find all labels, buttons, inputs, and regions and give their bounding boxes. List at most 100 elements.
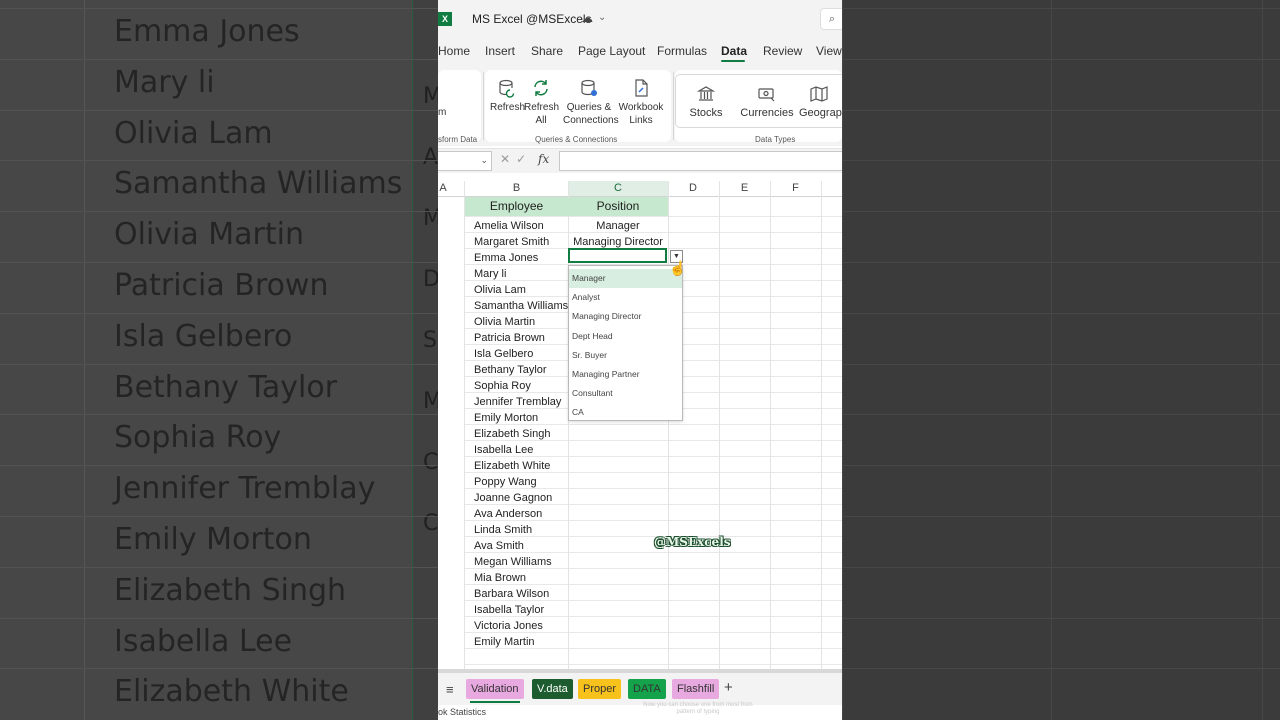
title-chevron-down-icon[interactable]: ⌄ (598, 12, 606, 23)
tab-review[interactable]: Review (763, 44, 802, 58)
position-cell[interactable]: Manager (568, 218, 668, 234)
employee-cell[interactable]: Olivia Martin (474, 314, 535, 330)
column-header-b[interactable]: B (465, 181, 568, 196)
dropdown-option[interactable]: Manager (569, 269, 682, 288)
column-gridline (821, 181, 822, 670)
sheet-tab-flashfill[interactable]: Flashfill (672, 679, 720, 699)
faint-caption: Now you can choose one from most from pa… (643, 702, 753, 715)
background-name: Sophia Roy (114, 420, 282, 456)
worksheet-grid[interactable]: A B C D E F Employee Position ▼ Manager A… (438, 173, 842, 670)
employee-cell[interactable]: Barbara Wilson (474, 586, 549, 602)
sheet-tab-data[interactable]: DATA (628, 679, 666, 699)
employee-cell[interactable]: Isabella Taylor (474, 602, 544, 618)
employee-cell[interactable]: Mary li (474, 266, 506, 282)
employee-cell[interactable]: Margaret Smith (474, 234, 549, 250)
employee-cell[interactable]: Isabella Lee (474, 442, 533, 458)
background-name: Patricia Brown (114, 268, 329, 303)
dropdown-option[interactable]: Consultant (569, 384, 682, 403)
name-box-chevron-icon[interactable]: ⌄ (480, 155, 488, 166)
formula-edit-buttons: ✕✓ (500, 152, 532, 166)
employee-cell[interactable]: Mia Brown (474, 570, 526, 586)
column-header-f[interactable]: F (770, 181, 821, 196)
employee-cell[interactable]: Poppy Wang (474, 474, 537, 490)
confirm-icon[interactable]: ✓ (516, 152, 532, 166)
geography-button[interactable]: Geograp (799, 84, 842, 120)
employee-cell[interactable]: Ava Anderson (474, 506, 542, 522)
transform-button-label[interactable]: m (438, 106, 446, 119)
tab-view[interactable]: View (816, 44, 842, 58)
header-cell-employee[interactable]: Employee (465, 197, 568, 216)
employee-cell[interactable]: Victoria Jones (474, 618, 543, 634)
ribbon-separator (483, 72, 484, 140)
employee-cell[interactable]: Samantha Williams (474, 298, 568, 314)
employee-cell[interactable]: Amelia Wilson (474, 218, 544, 234)
column-header-e[interactable]: E (719, 181, 770, 196)
employee-cell[interactable]: Isla Gelbero (474, 346, 533, 362)
employee-cell[interactable]: Linda Smith (474, 522, 532, 538)
stocks-button[interactable]: Stocks (681, 84, 731, 120)
background-right-blur (842, 0, 1280, 720)
background-grid-line (842, 414, 1280, 416)
sheet-tab-v-data[interactable]: V.data (532, 679, 573, 699)
employee-cell[interactable]: Elizabeth Singh (474, 426, 550, 442)
header-cell-position[interactable]: Position (568, 197, 668, 216)
insert-function-button[interactable]: fx (538, 152, 549, 166)
refresh-all-button[interactable]: Refresh All (524, 78, 559, 127)
sheet-tab-validation[interactable]: Validation (466, 679, 524, 703)
autosave-cloud-icon[interactable]: ☁ (581, 11, 593, 25)
sheet-tab-proper[interactable]: Proper (578, 679, 622, 699)
search-button[interactable]: ⌕ (820, 8, 842, 30)
dropdown-option[interactable]: Analyst (569, 288, 682, 307)
background-row-line (0, 465, 438, 467)
employee-cell[interactable]: Jennifer Tremblay (474, 394, 561, 410)
employee-cell[interactable]: Emma Jones (474, 250, 538, 266)
employee-cell[interactable]: Elizabeth White (474, 458, 550, 474)
queries-connections-button[interactable]: Queries & Connections (563, 78, 619, 127)
workbook-title[interactable]: MS Excel @MSExcels (472, 12, 592, 26)
employee-cell[interactable]: Sophia Roy (474, 378, 531, 394)
employee-cell[interactable]: Ava Smith (474, 538, 524, 554)
queries-connections-icon (581, 79, 597, 96)
employee-cell[interactable]: Bethany Taylor (474, 362, 547, 378)
currencies-button[interactable]: Currencies (737, 84, 797, 120)
tab-formulas[interactable]: Formulas (657, 44, 707, 58)
tab-page-layout[interactable]: Page Layout (578, 44, 645, 58)
background-row-line (0, 363, 438, 365)
workbook-label-1: Workbook (618, 102, 664, 113)
tab-data[interactable]: Data (721, 44, 747, 58)
column-header-d[interactable]: D (668, 181, 718, 196)
employee-cell[interactable]: Joanne Gagnon (474, 490, 552, 506)
dropdown-option[interactable]: Managing Director (569, 307, 682, 326)
active-cell-c4[interactable] (568, 248, 667, 263)
background-row-line (0, 617, 438, 619)
employee-cell[interactable]: Emily Martin (474, 634, 535, 650)
background-grid-line (1262, 0, 1263, 720)
column-header-a[interactable]: A (438, 181, 448, 196)
cancel-icon[interactable]: ✕ (500, 152, 516, 166)
background-side-letter: A (423, 145, 438, 170)
tab-home[interactable]: Home (438, 44, 470, 58)
dropdown-option[interactable]: Sr. Buyer (569, 346, 682, 365)
sheet-list-menu-icon[interactable]: ≡ (446, 682, 454, 697)
formula-input[interactable] (559, 151, 842, 171)
employee-cell[interactable]: Emily Morton (474, 410, 538, 426)
background-grid-line (842, 312, 1280, 314)
sheet-tabs-bar: ≡ + Validation V.data Proper DATA Flashfill (438, 673, 842, 705)
tab-share[interactable]: Share (531, 44, 563, 58)
dropdown-option[interactable]: Managing Partner (569, 365, 682, 384)
workbook-links-button[interactable]: Workbook Links (615, 78, 667, 127)
employee-cell[interactable]: Patricia Brown (474, 330, 545, 346)
workbook-statistics-label[interactable]: ok Statistics (438, 707, 486, 717)
background-row-line (0, 109, 438, 111)
background-row-line (0, 668, 438, 670)
employee-cell[interactable]: Megan Williams (474, 554, 552, 570)
background-grid-line (842, 160, 1280, 162)
tab-insert[interactable]: Insert (485, 44, 515, 58)
refresh-button[interactable]: Refresh (490, 78, 525, 114)
position-cell[interactable]: Managing Director (568, 234, 668, 250)
name-box[interactable]: ⌄ (438, 151, 492, 171)
employee-cell[interactable]: Olivia Lam (474, 282, 526, 298)
dropdown-option[interactable]: CA (569, 403, 682, 422)
add-sheet-button[interactable]: + (724, 679, 733, 696)
dropdown-option[interactable]: Dept Head (569, 327, 682, 346)
